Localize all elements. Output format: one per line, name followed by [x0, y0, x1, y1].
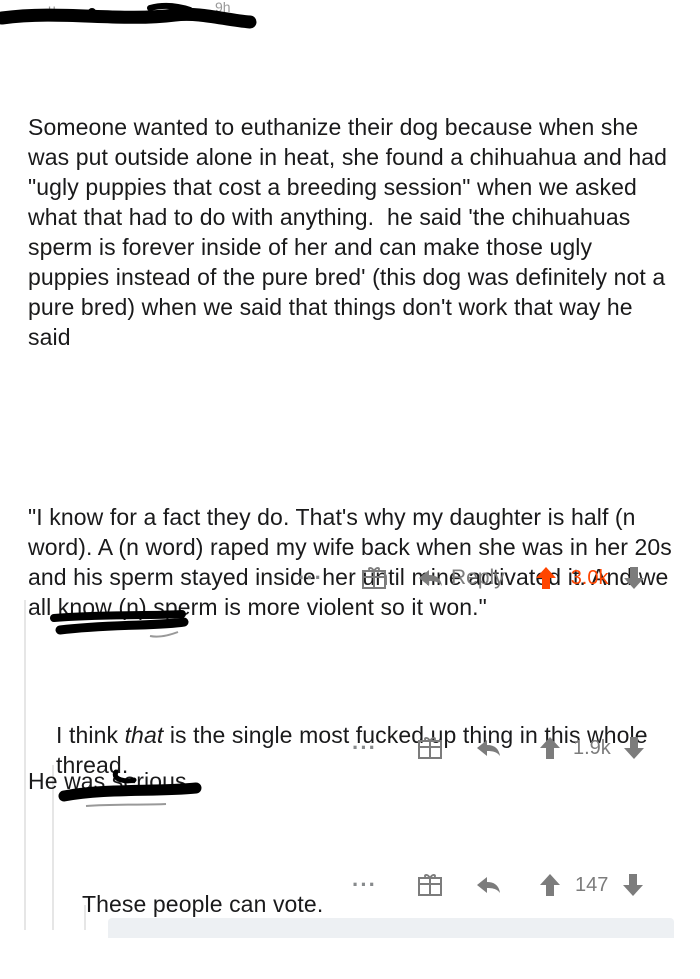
- more-dots-icon[interactable]: ···: [352, 874, 377, 896]
- comment-2-text-emphasis: that: [124, 722, 164, 748]
- more-dots-icon[interactable]: ···: [298, 567, 323, 589]
- comment-1-actions: ··· Reply 3.0k: [298, 562, 645, 594]
- redacted-username-scribble: [50, 610, 189, 638]
- comment-1-paragraph-1: Someone wanted to euthanize their dog be…: [28, 114, 674, 350]
- gift-icon[interactable]: [361, 566, 387, 590]
- more-dots-icon[interactable]: ···: [352, 737, 377, 759]
- upvote-arrow-icon[interactable]: [539, 873, 561, 897]
- next-reply-box[interactable]: [108, 918, 674, 938]
- comment-3-actions: ··· 147: [352, 869, 644, 901]
- reply-button[interactable]: Reply: [451, 566, 505, 590]
- thread-line-level-1[interactable]: [24, 600, 26, 930]
- comment-2-score: 1.9k: [572, 736, 611, 759]
- gift-icon[interactable]: [417, 736, 443, 760]
- redacted-username-scribble: u 9h: [0, 0, 257, 29]
- comment-2-text-before: I think: [56, 722, 125, 748]
- gift-icon[interactable]: [417, 873, 443, 897]
- downvote-arrow-icon[interactable]: [623, 736, 645, 760]
- comment-1-score: 3.0k: [570, 566, 609, 589]
- reply-arrow-icon[interactable]: [475, 738, 501, 758]
- comment-3-body: These people can vote.: [82, 829, 662, 979]
- redacted-username-scribble: [58, 769, 202, 807]
- reply-arrow-icon[interactable]: [417, 568, 443, 588]
- upvote-arrow-icon[interactable]: [539, 736, 561, 760]
- reply-arrow-icon[interactable]: [475, 875, 501, 895]
- downvote-arrow-icon[interactable]: [622, 873, 644, 897]
- comment-3-score: 147: [574, 873, 609, 896]
- upvote-arrow-icon[interactable]: [535, 566, 557, 590]
- downvote-arrow-icon[interactable]: [623, 566, 645, 590]
- comment-2-actions: ··· 1.9k: [352, 732, 645, 764]
